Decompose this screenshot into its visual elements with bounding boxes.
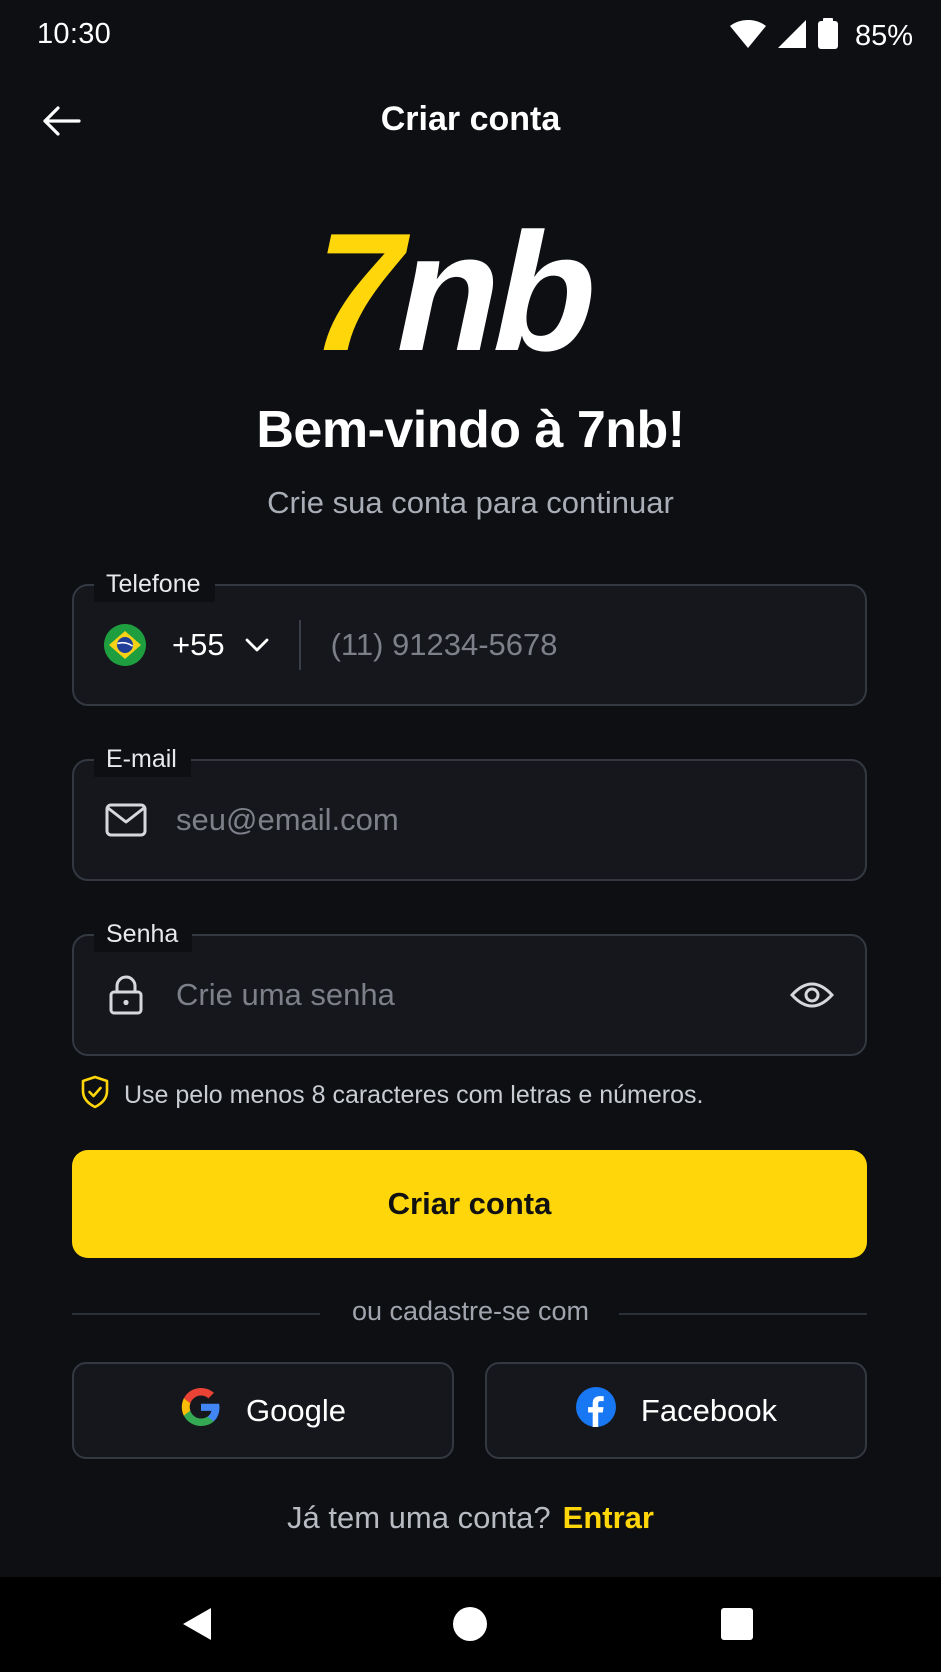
nav-home-icon[interactable] [445,1599,495,1649]
system-nav-bar [0,1577,941,1672]
page-title: Criar conta [380,100,561,138]
battery-percent: 85% [854,19,913,52]
shield-check-icon [80,1075,110,1116]
lock-icon [104,975,148,1015]
facebook-label: Facebook [640,1392,778,1428]
nav-recents-icon[interactable] [712,1599,762,1649]
email-field[interactable]: E-mail seu@email.com [72,741,867,881]
password-field[interactable]: Senha Crie uma senha [72,916,867,1056]
nav-back-icon[interactable] [172,1599,222,1649]
battery-icon [817,17,839,55]
chevron-down-icon [245,637,269,653]
status-icons: 85% [729,16,913,56]
login-prompt-text: Já tem uma conta? [287,1500,551,1535]
mail-icon [104,803,148,837]
password-hint-text: Use pelo menos 8 caracteres com letras e… [124,1081,704,1109]
google-icon [180,1386,222,1436]
login-link[interactable]: Entrar [563,1500,654,1535]
google-signup-button[interactable]: Google [72,1362,454,1459]
welcome-subtitle: Crie sua conta para continuar [267,485,674,520]
dial-code: +55 [172,627,225,662]
email-input[interactable]: seu@email.com [176,802,399,838]
status-time: 10:30 [37,18,112,50]
country-code-selector[interactable]: +55 [104,624,269,666]
welcome-title: Bem-vindo à 7nb! [256,401,685,459]
phone-input[interactable]: (11) 91234-5678 [331,627,558,663]
signal-icon [777,19,807,54]
facebook-signup-button[interactable]: Facebook [485,1362,867,1459]
divider-right [619,1313,867,1315]
create-account-button[interactable]: Criar conta [72,1150,867,1258]
phone-divider [298,620,301,670]
wifi-icon [729,19,767,54]
divider-text: ou cadastre-se com [351,1296,590,1326]
brand-logo: 7 nb [292,198,620,386]
password-hint: Use pelo menos 8 caracteres com letras e… [80,1075,703,1116]
login-prompt: Já tem uma conta? Entrar [0,1500,941,1536]
phone-field[interactable]: Telefone +55 (11) 91234-5678 [72,566,867,706]
logo-nb: nb [380,216,613,356]
facebook-icon [575,1386,617,1436]
eye-icon[interactable] [787,970,837,1020]
password-input[interactable]: Crie uma senha [176,977,395,1013]
brazil-flag-icon [104,624,146,666]
google-label: Google [246,1392,346,1428]
